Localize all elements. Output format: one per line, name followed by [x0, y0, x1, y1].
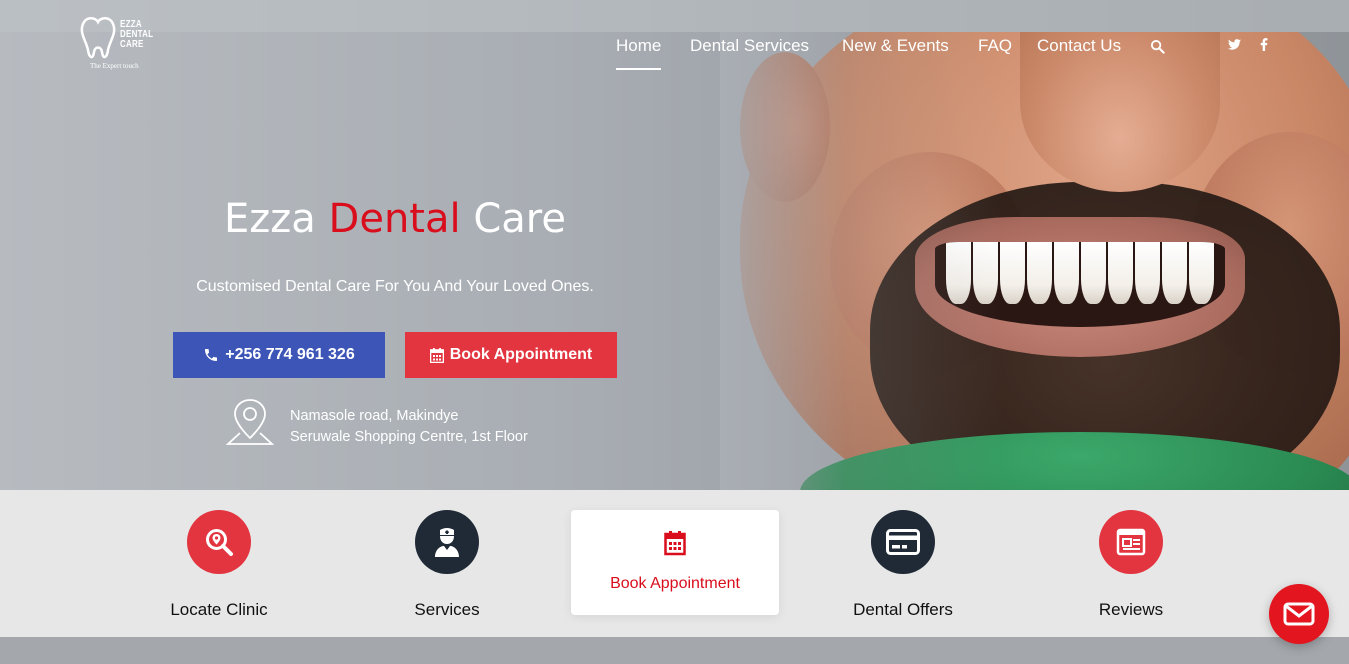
quick-link-label: Dental Offers — [853, 600, 953, 619]
phone-icon — [205, 349, 218, 361]
quick-links-bar: Locate Clinic Services Book Appointment — [0, 490, 1349, 637]
twitter-icon[interactable] — [1228, 39, 1241, 50]
quick-link-label: Book Appointment — [610, 575, 740, 592]
bottom-band — [0, 637, 1349, 664]
quick-link-locate-clinic[interactable]: Locate Clinic — [119, 510, 319, 620]
quick-link-reviews[interactable]: Reviews — [1031, 510, 1231, 620]
dentist-icon — [435, 528, 459, 557]
locate-icon — [206, 529, 233, 556]
nav-item-faq[interactable]: FAQ — [978, 36, 1012, 56]
search-icon[interactable] — [1150, 39, 1165, 54]
nav-item-home[interactable]: Home — [616, 36, 662, 70]
card-icon — [886, 529, 920, 555]
reviews-icon — [1116, 528, 1146, 556]
nav-item-news-events[interactable]: New & Events — [842, 36, 949, 56]
calendar-icon — [429, 347, 444, 363]
quick-link-label: Reviews — [1098, 600, 1164, 619]
services-circle — [415, 510, 479, 574]
offers-circle — [871, 510, 935, 574]
logo-text: EZZA DENTAL CARE — [120, 19, 154, 50]
quick-link-label: Locate Clinic — [170, 600, 268, 619]
logo-tagline: The Expert touch — [90, 62, 139, 70]
address-line-1: Namasole road, Makindye — [290, 408, 459, 424]
quick-link-services[interactable]: Services — [347, 510, 547, 620]
quick-link-label: Services — [414, 600, 480, 619]
chat-mail-button[interactable] — [1269, 584, 1329, 644]
location-pin-icon — [226, 399, 274, 445]
locate-circle — [187, 510, 251, 574]
nav-item-contact-us[interactable]: Contact Us — [1037, 36, 1121, 56]
quick-link-book-appointment[interactable]: Book Appointment — [571, 510, 779, 615]
call-phone-button[interactable]: +256 774 961 326 — [173, 332, 385, 378]
facebook-icon[interactable] — [1260, 38, 1268, 51]
calendar-icon — [664, 531, 686, 556]
nav-active-underline — [616, 68, 662, 70]
mail-icon — [1283, 602, 1315, 626]
clinic-address: Namasole road, Makindye Seruwale Shoppin… — [290, 406, 528, 448]
hero-banner — [0, 0, 1349, 490]
quick-link-dental-offers[interactable]: Dental Offers — [803, 510, 1003, 620]
book-appointment-label: Book Appointment — [449, 346, 593, 363]
address-line-2: Seruwale Shopping Centre, 1st Floor — [290, 429, 528, 445]
phone-number-label: +256 774 961 326 — [225, 346, 355, 363]
hero-image-smiling-man — [720, 32, 1349, 490]
header-band — [0, 0, 1349, 32]
reviews-circle — [1099, 510, 1163, 574]
nav-item-dental-services[interactable]: Dental Services — [690, 36, 809, 56]
tooth-logo-icon — [80, 17, 116, 59]
book-appointment-button[interactable]: Book Appointment — [405, 332, 617, 378]
hero-subtitle: Customised Dental Care For You And Your … — [196, 278, 594, 295]
logo[interactable]: EZZA DENTAL CARE The Expert touch — [78, 16, 158, 72]
hero-title: Ezza Dental Care — [224, 196, 566, 242]
